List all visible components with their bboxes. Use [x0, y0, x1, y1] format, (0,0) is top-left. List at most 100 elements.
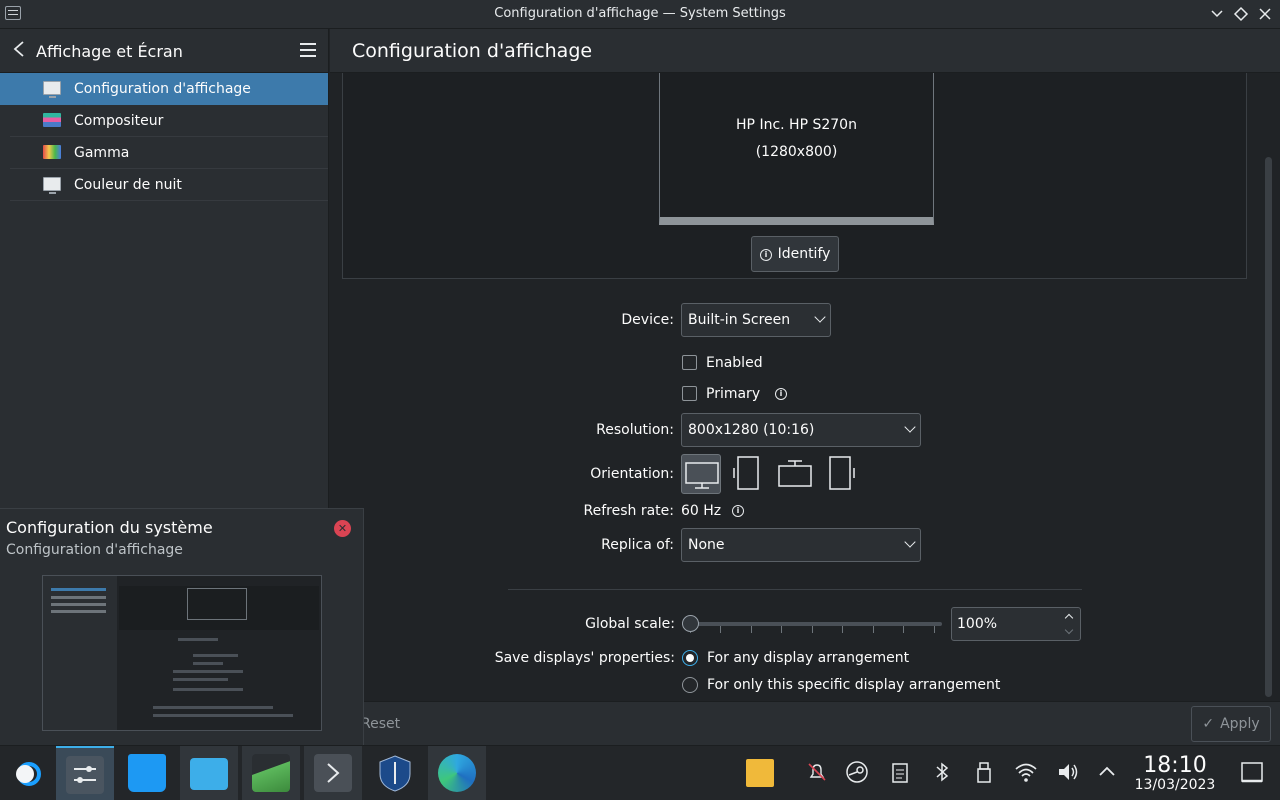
check-icon: ✓ — [1202, 716, 1215, 732]
sidebar-item-label: Gamma — [74, 145, 130, 161]
landscape-monitor-icon — [685, 462, 719, 489]
maximize-button[interactable] — [1232, 5, 1250, 23]
monitor-resolution: (1280x800) — [755, 144, 838, 160]
taskbar-dolphin[interactable] — [180, 746, 238, 800]
orientation-landscape-button[interactable] — [681, 454, 721, 494]
divider — [508, 589, 1082, 590]
enabled-label: Enabled — [706, 355, 763, 371]
radio-any-arrangement-label: For any display arrangement — [707, 650, 910, 666]
terminal-icon — [314, 754, 352, 792]
hamburger-menu-icon[interactable] — [300, 43, 316, 57]
taskbar: 18:10 13/03/2023 — [0, 745, 1280, 800]
orientation-portrait-right-button[interactable] — [822, 454, 862, 494]
application-launcher[interactable] — [0, 746, 58, 800]
display-arrangement-area: HP Inc. HP S270n (1280x800) i Identify — [342, 73, 1247, 279]
save-properties-label: Save displays' properties: — [494, 650, 675, 666]
device-select[interactable]: Built-in Screen — [681, 303, 831, 337]
footer-bar: Reset ✓ Apply — [330, 701, 1280, 745]
device-label: Device: — [621, 312, 674, 328]
global-scale-label: Global scale: — [585, 616, 675, 632]
close-icon[interactable]: ✕ — [334, 520, 351, 537]
radio-any-arrangement[interactable] — [682, 650, 698, 666]
flipped-monitor-icon — [778, 460, 812, 487]
chevron-left-icon — [13, 41, 24, 57]
edge-browser-icon — [438, 754, 476, 792]
chevron-down-icon — [904, 421, 916, 433]
resolution-label: Resolution: — [596, 422, 674, 438]
orientation-label: Orientation: — [590, 466, 674, 482]
chevron-down-icon — [814, 311, 826, 323]
folder-icon — [190, 758, 228, 790]
monitor-name: HP Inc. HP S270n — [736, 117, 857, 133]
resolution-value: 800x1280 (10:16) — [688, 422, 815, 438]
close-button[interactable] — [1256, 5, 1274, 23]
notes-icon[interactable] — [746, 759, 774, 787]
replica-of-select[interactable]: None — [681, 528, 921, 562]
apply-label: Apply — [1220, 716, 1260, 732]
bluetooth-icon[interactable] — [930, 760, 954, 784]
sidebar-item-night-color[interactable]: Couleur de nuit — [10, 169, 328, 201]
primary-label: Primary — [706, 386, 761, 402]
sidebar-item-label: Compositeur — [74, 113, 164, 129]
popup-title: Configuration du système — [6, 518, 213, 537]
close-icon — [1259, 8, 1271, 20]
window-thumbnail[interactable] — [42, 575, 322, 731]
window-title: Configuration d'affichage — System Setti… — [494, 6, 786, 21]
minimize-button[interactable] — [1208, 5, 1226, 23]
global-scale-spinbox[interactable]: 100% — [951, 607, 1081, 641]
usb-drive-icon[interactable] — [972, 760, 996, 784]
radio-specific-arrangement-label: For only this specific display arrangeme… — [707, 677, 1001, 693]
notifications-muted-icon[interactable] — [805, 760, 829, 784]
enabled-checkbox[interactable] — [682, 355, 697, 370]
sidebar-title: Affichage et Écran — [36, 42, 183, 61]
gamma-icon — [43, 145, 61, 159]
volume-icon[interactable] — [1056, 760, 1080, 784]
taskbar-system-settings[interactable] — [56, 746, 114, 800]
sidebar-item-gamma[interactable]: Gamma — [10, 137, 328, 169]
night-color-icon — [43, 177, 61, 194]
replica-of-label: Replica of: — [601, 537, 674, 553]
orientation-portrait-left-button[interactable] — [728, 454, 768, 494]
chevron-up-icon[interactable] — [1095, 760, 1119, 784]
global-scale-value: 100% — [957, 616, 998, 632]
reset-button[interactable]: Reset — [361, 707, 413, 741]
replica-of-value: None — [688, 537, 725, 553]
wifi-icon[interactable] — [1014, 760, 1038, 784]
sidebar-item-label: Configuration d'affichage — [74, 81, 251, 97]
back-button[interactable] — [12, 39, 26, 64]
apply-button[interactable]: ✓ Apply — [1191, 706, 1271, 742]
radio-specific-arrangement[interactable] — [682, 677, 698, 693]
clock-date[interactable]: 13/03/2023 — [1130, 777, 1220, 793]
primary-checkbox[interactable] — [682, 386, 697, 401]
monitor-preview[interactable]: HP Inc. HP S270n (1280x800) — [659, 73, 934, 225]
clipboard-icon[interactable] — [888, 760, 912, 784]
taskbar-discover[interactable] — [118, 746, 176, 800]
scrollbar[interactable] — [1265, 157, 1272, 697]
device-value: Built-in Screen — [688, 312, 791, 328]
taskbar-konsole[interactable] — [304, 746, 362, 800]
taskbar-password-manager[interactable] — [366, 746, 424, 800]
sidebar-item-compositor[interactable]: Compositeur — [10, 105, 328, 137]
main-content: Configuration d'affichage HP Inc. HP S27… — [330, 29, 1280, 745]
sidebar-item-label: Couleur de nuit — [74, 177, 182, 193]
refresh-rate-value: 60 Hz — [681, 503, 722, 519]
identify-label: Identify — [777, 246, 831, 262]
global-scale-slider-handle[interactable] — [682, 615, 699, 632]
orientation-flipped-button[interactable] — [775, 454, 815, 494]
identify-button[interactable]: i Identify — [751, 236, 839, 272]
steam-icon[interactable] — [845, 760, 869, 784]
chevron-up-icon[interactable] — [1064, 613, 1074, 623]
task-preview-popup[interactable]: Configuration du système Configuration d… — [0, 508, 364, 745]
taskbar-system-monitor[interactable] — [242, 746, 300, 800]
show-desktop-icon[interactable] — [1240, 760, 1264, 784]
shield-icon — [376, 754, 414, 792]
sidebar-item-display-configuration[interactable]: Configuration d'affichage — [0, 73, 328, 105]
steam-deck-logo-icon — [16, 762, 41, 786]
info-icon[interactable]: i — [732, 505, 744, 517]
resolution-select[interactable]: 800x1280 (10:16) — [681, 413, 921, 447]
taskbar-edge-browser[interactable] — [428, 746, 486, 800]
info-icon[interactable]: i — [775, 388, 787, 400]
chevron-down-icon[interactable] — [1064, 625, 1074, 635]
system-monitor-icon — [252, 754, 290, 792]
clock-time[interactable]: 18:10 — [1135, 753, 1215, 778]
